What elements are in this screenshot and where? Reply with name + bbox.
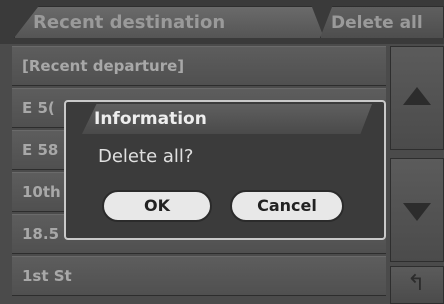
triangle-up-icon — [403, 87, 431, 105]
cancel-button[interactable]: Cancel — [230, 190, 344, 222]
tab-recent-destination[interactable]: Recent destination — [14, 6, 324, 38]
back-button[interactable]: ↰ — [390, 266, 444, 304]
delete-all-button[interactable]: Delete all — [320, 6, 444, 38]
triangle-down-icon — [403, 203, 431, 221]
list-item[interactable]: [Recent departure] — [12, 46, 386, 86]
dialog-message: Delete all? — [98, 146, 194, 167]
dialog-title: Information — [82, 104, 372, 134]
list-item[interactable]: 1st St — [12, 256, 386, 296]
scroll-down-button[interactable] — [390, 158, 444, 262]
navigation-screen: Recent destination Delete all [Recent de… — [0, 0, 444, 304]
scroll-up-button[interactable] — [390, 46, 444, 150]
ok-button[interactable]: OK — [102, 190, 212, 222]
information-dialog: Information Delete all? OK Cancel — [64, 100, 386, 240]
header-bar: Recent destination Delete all — [0, 0, 444, 44]
back-arrow-icon: ↰ — [407, 271, 426, 296]
